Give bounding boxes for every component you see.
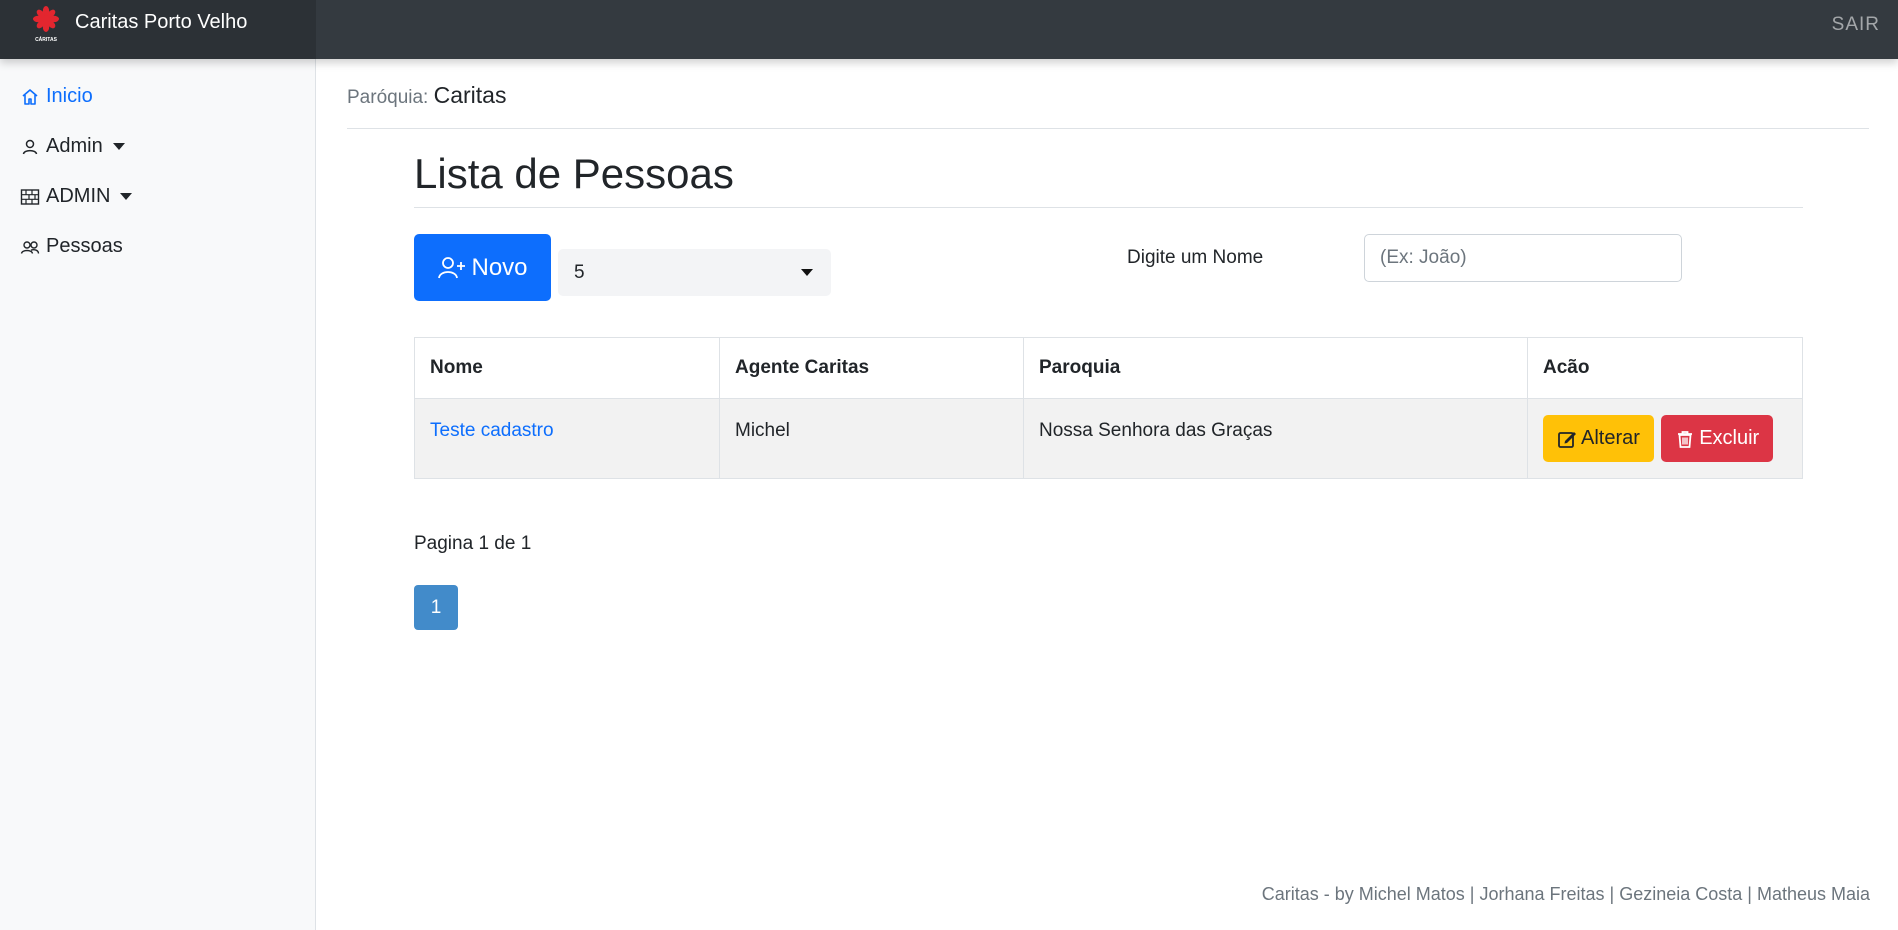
column-header-agente: Agente Caritas xyxy=(719,337,1024,399)
brand[interactable]: CÁRITAS Caritas Porto Velho xyxy=(0,0,316,59)
sidebar-item-label: Admin xyxy=(46,135,103,157)
column-header-nome: Nome xyxy=(414,337,720,399)
logout-link[interactable]: SAIR xyxy=(1832,14,1880,36)
sidebar-item-admin-upper[interactable]: ADMIN xyxy=(20,185,133,208)
people-icon xyxy=(20,237,40,257)
chevron-down-icon xyxy=(801,269,813,276)
new-person-button[interactable]: Novo xyxy=(414,234,551,301)
sidebar-item-label: Inicio xyxy=(46,85,93,107)
page-size-value: 5 xyxy=(574,261,585,283)
brand-name[interactable]: Caritas Porto Velho xyxy=(75,11,247,34)
person-plus-icon xyxy=(437,255,467,281)
person-name-link[interactable]: Teste cadastro xyxy=(430,420,554,441)
divider xyxy=(347,128,1869,129)
cell-paroquia: Nossa Senhora das Graças xyxy=(1023,398,1528,479)
page-button-1[interactable]: 1 xyxy=(414,585,458,630)
sidebar-item-label: Pessoas xyxy=(46,235,123,257)
logo-text: CÁRITAS xyxy=(35,36,58,43)
sidebar-item-label: ADMIN xyxy=(46,185,111,207)
person-icon xyxy=(20,137,40,157)
page-size-select[interactable]: 5 xyxy=(558,249,831,296)
filter-label: Digite um Nome xyxy=(1127,247,1264,268)
chevron-down-icon xyxy=(112,143,125,150)
people-table: Nome Agente Caritas Paroquia Acão Teste … xyxy=(414,337,1803,479)
column-header-acao: Acão xyxy=(1527,337,1803,399)
footer-credits: Caritas - by Michel Matos | Jorhana Frei… xyxy=(1261,884,1870,904)
sidebar: Inicio Admin ADMIN Pessoas xyxy=(0,59,316,930)
new-button-label: Novo xyxy=(471,253,528,281)
name-search-input[interactable] xyxy=(1364,234,1682,282)
page-title: Lista de Pessoas xyxy=(414,150,734,197)
column-header-paroquia: Paroquia xyxy=(1023,337,1528,399)
parish-label: Paróquia: xyxy=(347,87,429,108)
delete-button[interactable]: Excluir xyxy=(1661,415,1774,462)
sidebar-item-admin[interactable]: Admin xyxy=(20,135,125,158)
parish-value: Caritas xyxy=(433,82,507,108)
chevron-down-icon xyxy=(120,193,133,200)
sidebar-item-pessoas[interactable]: Pessoas xyxy=(20,235,123,258)
parish-info: Paróquia: Caritas xyxy=(347,82,506,109)
edit-icon xyxy=(1557,429,1577,449)
delete-button-label: Excluir xyxy=(1699,427,1760,449)
edit-button-label: Alterar xyxy=(1581,427,1640,449)
top-navbar: CÁRITAS Caritas Porto Velho SAIR xyxy=(0,0,1898,59)
table-header-row: Nome Agente Caritas Paroquia Acão xyxy=(414,337,1803,399)
table-row: Teste cadastro Michel Nossa Senhora das … xyxy=(414,398,1803,479)
home-icon xyxy=(20,87,40,107)
divider xyxy=(414,207,1803,208)
trash-icon xyxy=(1675,429,1695,449)
bricks-icon xyxy=(20,187,40,207)
cell-agente: Michel xyxy=(719,398,1024,479)
cell-actions: Alterar Excluir xyxy=(1527,398,1803,479)
sidebar-item-inicio[interactable]: Inicio xyxy=(20,85,93,108)
edit-button[interactable]: Alterar xyxy=(1543,415,1654,462)
pagination-info: Pagina 1 de 1 xyxy=(414,533,532,554)
cell-nome: Teste cadastro xyxy=(414,398,720,479)
caritas-logo-icon: CÁRITAS xyxy=(33,6,59,43)
